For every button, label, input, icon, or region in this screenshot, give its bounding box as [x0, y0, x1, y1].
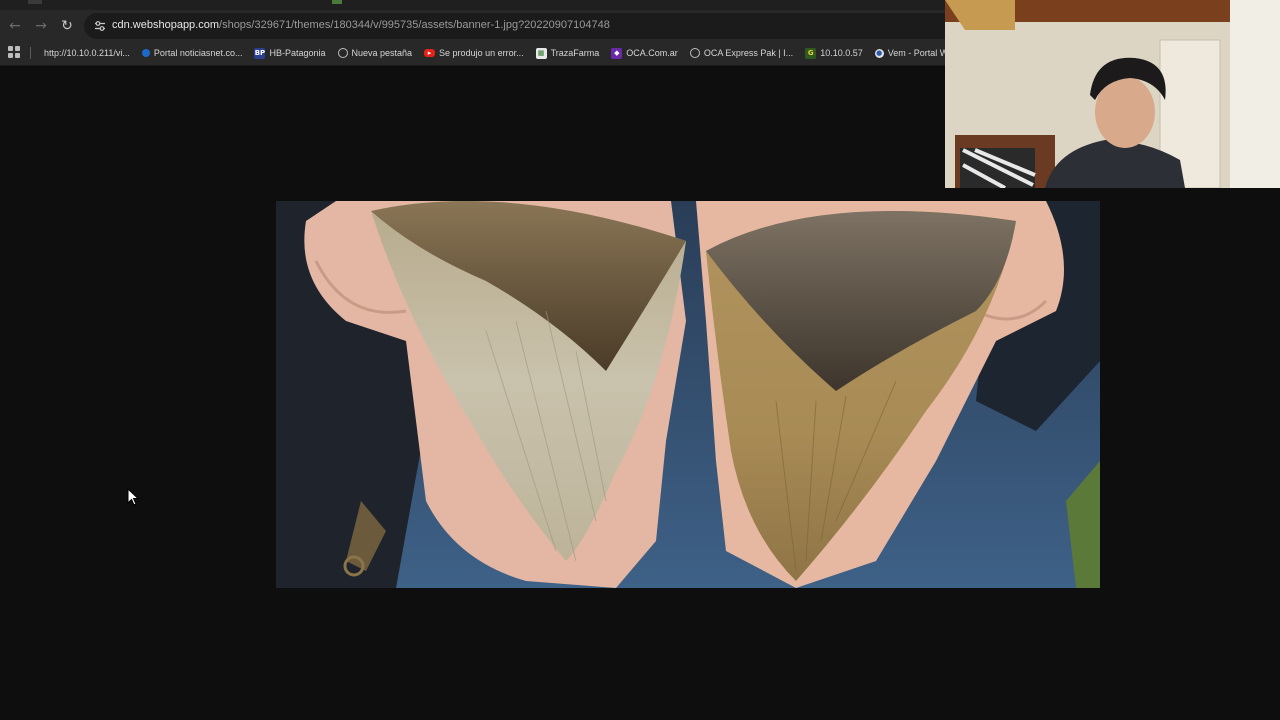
- bookmark-item[interactable]: ▸ Se produjo un error...: [424, 41, 524, 65]
- bookmark-item[interactable]: OCA Express Pak | I...: [689, 41, 794, 65]
- sheet-icon: ▦: [535, 47, 547, 59]
- arrow-right-icon: →: [35, 18, 47, 34]
- vem-icon: ●: [874, 48, 884, 58]
- bookmark-item[interactable]: http://10.10.0.211/vi...: [44, 41, 130, 65]
- reload-button[interactable]: ↻: [57, 16, 77, 36]
- bookmarks-list: http://10.10.0.211/vi... Portal noticias…: [44, 41, 958, 65]
- bookmarks-divider: [30, 47, 31, 59]
- browser-toolbar: ← → ↻ cdn.webshopapp.com/shops/329671/th…: [0, 10, 945, 41]
- bookmark-label: http://10.10.0.211/vi...: [44, 48, 130, 58]
- globe-icon: [337, 48, 348, 58]
- mouse-cursor-icon: [127, 487, 140, 511]
- bookmark-label: OCA Express Pak | I...: [703, 48, 794, 58]
- bookmark-label: HB-Patagonia: [269, 48, 326, 58]
- bookmark-item[interactable]: ▦ TrazaFarma: [535, 41, 600, 65]
- bookmark-label: Nueva pestaña: [351, 48, 413, 58]
- bookmark-item[interactable]: G 10.10.0.57: [805, 41, 863, 65]
- grid-icon: G: [805, 47, 817, 59]
- oca-icon: ◆: [611, 47, 623, 59]
- bookmark-label: OCA.Com.ar: [626, 48, 678, 58]
- apps-grid-icon[interactable]: [8, 46, 20, 58]
- megalodon-teeth-photo: [276, 201, 1100, 588]
- bookmark-label: Portal noticiasnet.co...: [153, 48, 243, 58]
- bookmark-item[interactable]: ◆ OCA.Com.ar: [611, 41, 678, 65]
- tune-icon[interactable]: [92, 18, 108, 34]
- url-path: /shops/329671/themes/180344/v/995735/ass…: [219, 19, 610, 31]
- tab-fragment: [332, 0, 342, 4]
- bookmark-item[interactable]: Nueva pestaña: [337, 41, 413, 65]
- forward-button[interactable]: →: [31, 16, 51, 36]
- url-host: cdn.webshopapp.com: [112, 19, 220, 31]
- tab-strip: [0, 0, 945, 10]
- globe-icon: [689, 48, 700, 58]
- reload-icon: ↻: [61, 18, 73, 34]
- back-button[interactable]: ←: [5, 16, 25, 36]
- webcam-feed: [945, 0, 1280, 188]
- bookmarks-bar: http://10.10.0.211/vi... Portal noticias…: [0, 41, 958, 66]
- tab-fragment: [28, 0, 42, 4]
- webcam-overlay: [945, 0, 1280, 188]
- url-text: cdn.webshopapp.com/shops/329671/themes/1…: [112, 19, 610, 31]
- bookmark-label: Se produjo un error...: [439, 48, 524, 58]
- youtube-icon: ▸: [424, 49, 436, 57]
- edge-icon: [141, 49, 150, 57]
- bookmark-item[interactable]: Portal noticiasnet.co...: [141, 41, 243, 65]
- bookmark-label: TrazaFarma: [550, 48, 600, 58]
- arrow-left-icon: ←: [9, 18, 21, 34]
- bp-icon: BP: [254, 47, 266, 59]
- bookmark-label: 10.10.0.57: [820, 48, 863, 58]
- banner-image: [276, 201, 1100, 588]
- address-bar[interactable]: cdn.webshopapp.com/shops/329671/themes/1…: [84, 13, 945, 39]
- bookmark-item[interactable]: BP HB-Patagonia: [254, 41, 326, 65]
